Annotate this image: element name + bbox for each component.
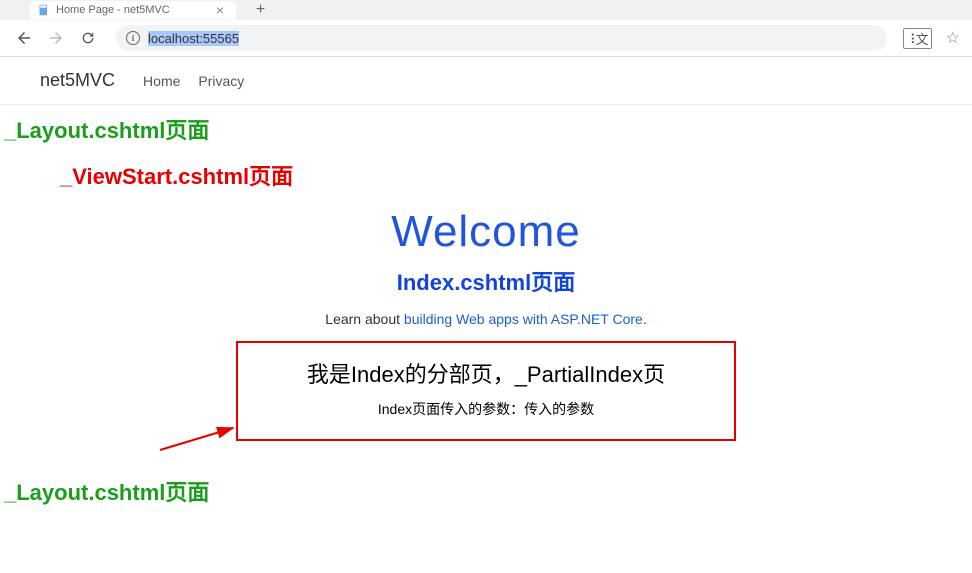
translate-icon[interactable]: ⠸文 [903, 28, 932, 49]
page-content: net5MVC Home Privacy _Layout.cshtml页面 _V… [0, 57, 972, 515]
site-navbar: net5MVC Home Privacy [0, 57, 972, 105]
reload-icon [80, 30, 96, 46]
learn-text: Learn about building Web apps with ASP.N… [0, 311, 972, 327]
site-info-icon[interactable]: i [126, 31, 140, 45]
main-center: Welcome Index.cshtml页面 Learn about build… [0, 207, 972, 441]
learn-prefix: Learn about [325, 311, 404, 327]
layout-top-label: _Layout.cshtml页面 [0, 105, 972, 153]
learn-link[interactable]: building Web apps with ASP.NET Core [404, 311, 643, 327]
partial-param: Index页面传入的参数：传入的参数 [248, 399, 724, 419]
page-icon [38, 4, 50, 16]
brand-link[interactable]: net5MVC [40, 70, 115, 91]
browser-chrome: Home Page - net5MVC × + i localhost:5556… [0, 0, 972, 57]
arrow-left-icon [15, 29, 33, 47]
layout-bottom-label: _Layout.cshtml页面 [0, 467, 972, 515]
partial-view-box: 我是Index的分部页，_PartialIndex页 Index页面传入的参数：… [236, 341, 736, 441]
back-button[interactable] [12, 26, 36, 50]
index-page-label: Index.cshtml页面 [0, 265, 972, 297]
arrow-right-icon [47, 29, 65, 47]
tab-title: Home Page - net5MVC [56, 4, 170, 16]
learn-suffix: . [643, 311, 647, 327]
partial-title: 我是Index的分部页，_PartialIndex页 [248, 357, 724, 389]
nav-link-privacy[interactable]: Privacy [198, 73, 244, 89]
new-tab-button[interactable]: + [256, 1, 265, 19]
tab-bar: Home Page - net5MVC × + [0, 0, 972, 20]
toolbar-right: ⠸文 ☆ [903, 28, 960, 49]
forward-button[interactable] [44, 26, 68, 50]
address-bar[interactable]: i localhost:55565 [116, 25, 887, 51]
nav-link-home[interactable]: Home [143, 73, 180, 89]
reload-button[interactable] [76, 26, 100, 50]
browser-toolbar: i localhost:55565 ⠸文 ☆ [0, 20, 972, 56]
browser-tab[interactable]: Home Page - net5MVC × [30, 1, 236, 19]
welcome-heading: Welcome [0, 207, 972, 257]
url-text: localhost:55565 [148, 31, 239, 46]
close-tab-icon[interactable]: × [216, 2, 224, 18]
bookmark-star-icon[interactable]: ☆ [946, 28, 960, 48]
viewstart-label: _ViewStart.cshtml页面 [0, 153, 972, 197]
